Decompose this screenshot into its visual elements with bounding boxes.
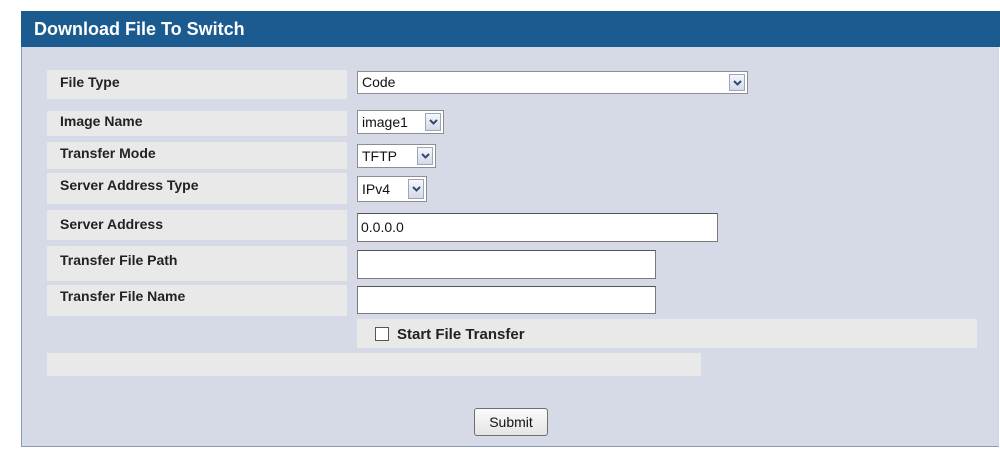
server-address-type-value: IPv4 bbox=[362, 181, 391, 197]
transfer-file-name-label: Transfer File Name bbox=[47, 285, 347, 316]
file-type-select[interactable]: Code bbox=[357, 71, 748, 94]
start-transfer-checkbox[interactable] bbox=[375, 327, 389, 341]
submit-button[interactable]: Submit bbox=[474, 408, 548, 436]
server-address-input[interactable]: 0.0.0.0 bbox=[357, 213, 718, 242]
chevron-down-icon[interactable] bbox=[425, 113, 441, 131]
chevron-down-icon[interactable] bbox=[729, 74, 745, 91]
transfer-file-path-label: Transfer File Path bbox=[47, 246, 347, 281]
chevron-down-icon[interactable] bbox=[408, 179, 424, 199]
status-bar bbox=[47, 353, 701, 376]
transfer-mode-select[interactable]: TFTP bbox=[357, 144, 436, 168]
transfer-mode-value: TFTP bbox=[362, 148, 397, 164]
page-title: Download File To Switch bbox=[21, 11, 1000, 47]
image-name-select[interactable]: image1 bbox=[357, 110, 444, 134]
transfer-file-name-input[interactable] bbox=[357, 286, 656, 314]
file-type-label: File Type bbox=[47, 70, 347, 99]
server-address-label: Server Address bbox=[47, 210, 347, 240]
image-name-value: image1 bbox=[362, 114, 408, 130]
start-transfer-label: Start File Transfer bbox=[397, 326, 525, 343]
server-address-type-label: Server Address Type bbox=[47, 173, 347, 204]
file-type-value: Code bbox=[362, 74, 396, 90]
transfer-mode-label: Transfer Mode bbox=[47, 142, 347, 169]
server-address-type-select[interactable]: IPv4 bbox=[357, 176, 427, 202]
transfer-file-path-input[interactable] bbox=[357, 250, 656, 279]
chevron-down-icon[interactable] bbox=[417, 147, 433, 165]
image-name-label: Image Name bbox=[47, 111, 347, 136]
